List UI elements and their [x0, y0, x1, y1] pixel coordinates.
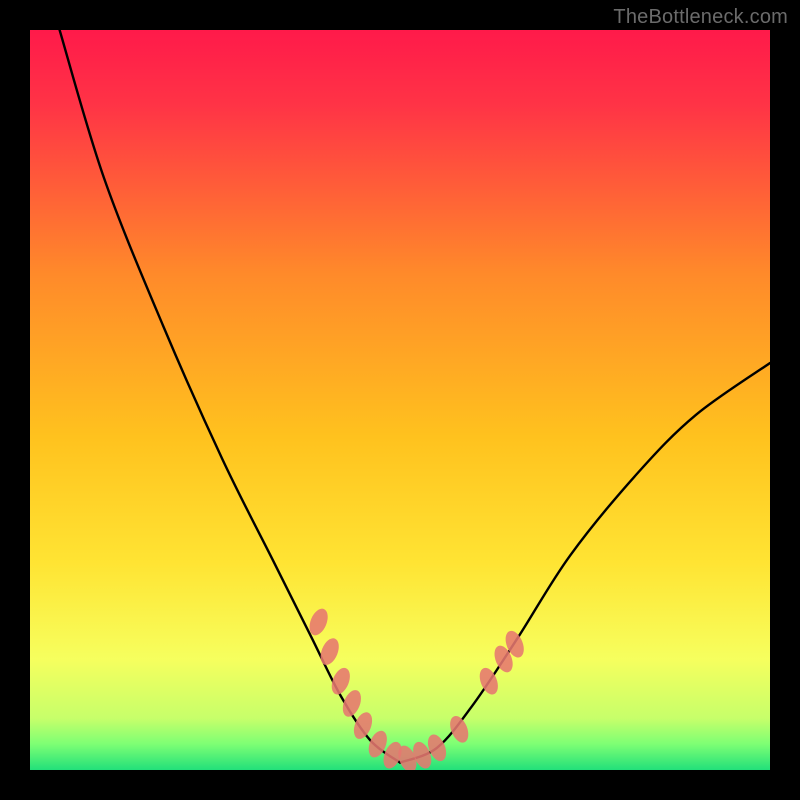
chart-svg [30, 30, 770, 770]
chart-frame: TheBottleneck.com [0, 0, 800, 800]
chart-plot-area [30, 30, 770, 770]
chart-background-gradient [30, 30, 770, 770]
watermark-text: TheBottleneck.com [613, 6, 788, 29]
